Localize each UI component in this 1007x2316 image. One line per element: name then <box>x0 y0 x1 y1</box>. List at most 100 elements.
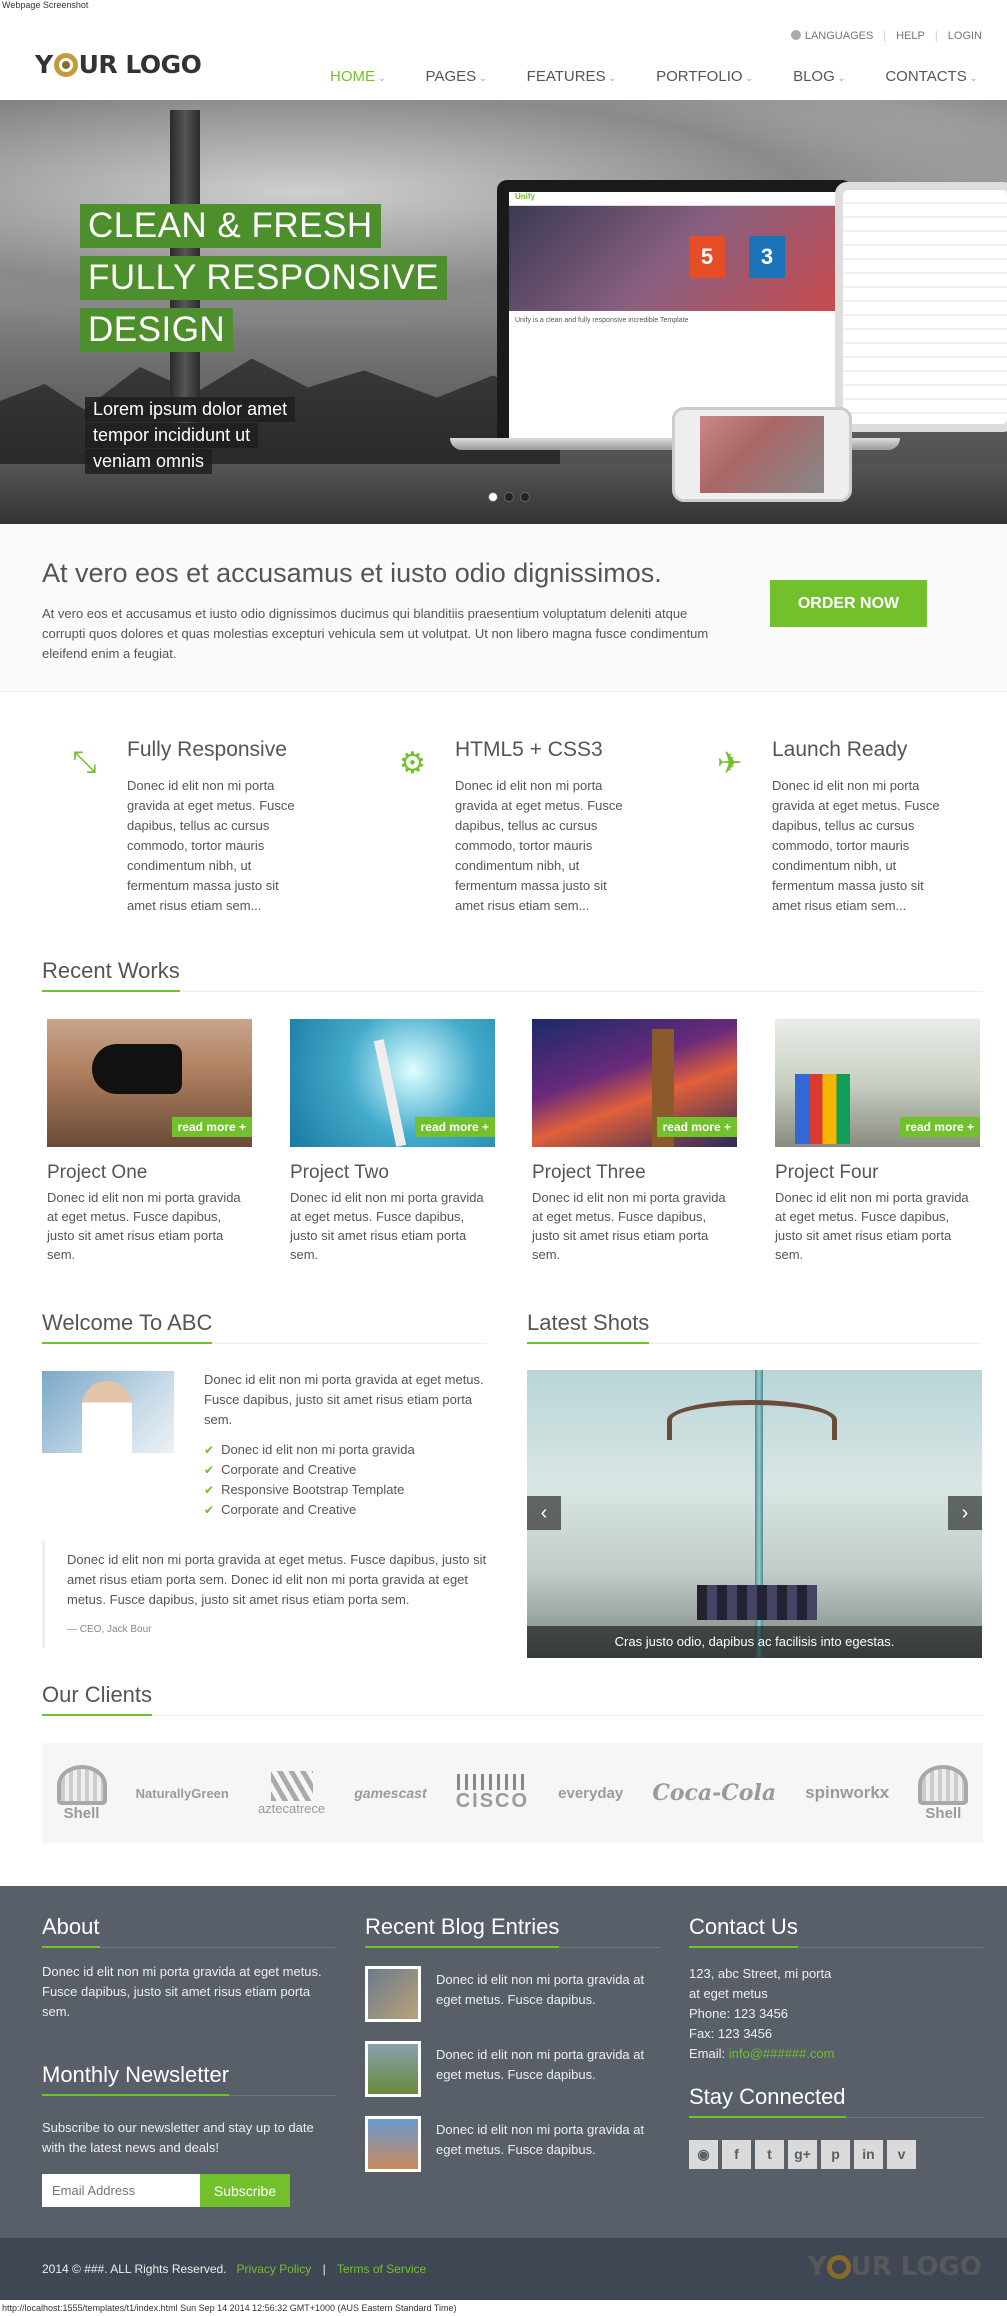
login-link[interactable]: LOGIN <box>948 30 982 42</box>
mockup-brand: Unify <box>509 192 840 206</box>
read-more-button[interactable]: read more + <box>656 1117 737 1137</box>
contact-headline: Contact Us <box>689 1914 983 1948</box>
testimonial-quote: Donec id elit non mi porta gravida at eg… <box>42 1540 487 1648</box>
address-line: at eget metus <box>689 1986 768 2001</box>
site-logo[interactable]: Y UR LOGO <box>35 50 202 79</box>
plane-icon: ✈ <box>716 747 743 780</box>
nav-label: HOME <box>330 68 375 85</box>
subscribe-button[interactable]: Subscribe <box>200 2174 290 2207</box>
project-card[interactable]: read more + Project Three Donec id elit … <box>532 1019 737 1264</box>
hero-subline-2: tempor incididunt ut <box>85 423 259 448</box>
chevron-down-icon: ⌄ <box>837 73 846 83</box>
compress-arrows-icon: ⤡ <box>72 746 97 779</box>
nav-features[interactable]: FEATURES ⌄ <box>507 58 636 104</box>
project-card[interactable]: read more + Project Two Donec id elit no… <box>290 1019 495 1264</box>
checklist-item: Corporate and Creative <box>204 1500 415 1520</box>
logo-o-icon <box>826 2255 851 2279</box>
carousel-next-button[interactable]: › <box>948 1496 982 1530</box>
blog-entry-link[interactable]: Donec id elit non mi porta gravida at eg… <box>436 2120 661 2160</box>
read-more-button[interactable]: read more + <box>171 1117 252 1137</box>
client-name: Shell <box>925 1804 962 1822</box>
address-line: 123, abc Street, mi porta <box>689 1966 832 1981</box>
project-card[interactable]: read more + Project One Donec id elit no… <box>47 1019 252 1264</box>
blog-entry-link[interactable]: Donec id elit non mi porta gravida at eg… <box>436 2045 661 2085</box>
browser-caption: Webpage Screenshot <box>2 0 89 10</box>
client-logo-shell[interactable]: Shell <box>918 1764 969 1822</box>
hero-headline-3: DESIGN <box>80 308 234 352</box>
footer-about-headline: About <box>42 1914 335 1948</box>
nav-home[interactable]: HOME ⌄ <box>310 58 406 104</box>
books-shape <box>697 1585 817 1620</box>
vimeo-icon[interactable]: v <box>887 2140 916 2169</box>
nav-label: FEATURES <box>526 68 606 85</box>
slider-dot[interactable] <box>520 492 530 502</box>
project-title[interactable]: Project Three <box>532 1162 737 1184</box>
divider: | <box>934 30 938 42</box>
section-heading: Recent Works <box>42 958 180 992</box>
blog-thumbnail[interactable] <box>365 2116 421 2172</box>
laptop-screen: Unify 5 3 Unify is a clean and fully res… <box>509 192 840 438</box>
help-link[interactable]: HELP <box>896 30 925 42</box>
blog-thumbnail[interactable] <box>365 1966 421 2022</box>
html5-icon: 5 <box>689 236 725 278</box>
client-logo-cisco[interactable]: CISCO <box>456 1773 529 1813</box>
project-thumbnail[interactable]: read more + <box>290 1019 495 1147</box>
mockup-banner: 5 3 <box>509 206 840 311</box>
project-text: Donec id elit non mi porta gravida at eg… <box>775 1190 969 1262</box>
latest-shots-carousel[interactable]: ‹ › Cras justo odio, dapibus ac facilisi… <box>527 1370 982 1658</box>
project-title[interactable]: Project Two <box>290 1162 495 1184</box>
email-link[interactable]: info@######.com <box>729 2046 835 2061</box>
nav-pages[interactable]: PAGES ⌄ <box>406 58 507 104</box>
client-logo-spinworkx[interactable]: spinworkx <box>805 1783 889 1803</box>
nav-contacts[interactable]: CONTACTS ⌄ <box>865 58 997 104</box>
checklist-item: Donec id elit non mi porta gravida <box>204 1440 415 1460</box>
checklist-item: Corporate and Creative <box>204 1460 415 1480</box>
terms-of-service-link[interactable]: Terms of Service <box>337 2262 426 2276</box>
blog-entry-link[interactable]: Donec id elit non mi porta gravida at eg… <box>436 1970 661 2010</box>
project-text: Donec id elit non mi porta gravida at eg… <box>532 1190 726 1262</box>
welcome-photo <box>42 1371 174 1453</box>
turbine-shape <box>373 1039 407 1147</box>
rss-icon[interactable]: ◉ <box>689 2140 718 2169</box>
welcome-checklist: Donec id elit non mi porta gravida Corpo… <box>204 1440 415 1520</box>
email-label: Email: <box>689 2046 729 2061</box>
slider-dot[interactable] <box>504 492 514 502</box>
phone-mockup <box>672 407 852 502</box>
client-logo-gamescast[interactable]: gamescast <box>354 1785 426 1801</box>
newsletter-email-input[interactable] <box>42 2174 200 2207</box>
read-more-button[interactable]: read more + <box>899 1117 980 1137</box>
carousel-prev-button[interactable]: ‹ <box>527 1496 561 1530</box>
twitter-icon[interactable]: t <box>755 2140 784 2169</box>
privacy-policy-link[interactable]: Privacy Policy <box>237 2262 312 2276</box>
hero-subline-1: Lorem ipsum dolor amet <box>85 397 296 422</box>
pinterest-icon[interactable]: p <box>821 2140 850 2169</box>
blog-thumbnail[interactable] <box>365 2041 421 2097</box>
hero-headline-1: CLEAN & FRESH <box>80 204 381 248</box>
languages-label: LANGUAGES <box>804 30 874 42</box>
nav-portfolio[interactable]: PORTFOLIO ⌄ <box>636 58 773 104</box>
quote-text: Donec id elit non mi porta gravida at eg… <box>67 1552 487 1607</box>
client-logo-everyday[interactable]: everyday <box>558 1785 623 1802</box>
googleplus-icon[interactable]: g+ <box>788 2140 817 2169</box>
project-thumbnail[interactable]: read more + <box>47 1019 252 1147</box>
social-icons: ◉ f t g+ p in v <box>689 2140 916 2169</box>
purchase-title: At vero eos et accusamus et iusto odio d… <box>42 558 662 588</box>
linkedin-icon[interactable]: in <box>854 2140 883 2169</box>
project-thumbnail[interactable]: read more + <box>532 1019 737 1147</box>
read-more-button[interactable]: read more + <box>414 1117 495 1137</box>
project-thumbnail[interactable]: read more + <box>775 1019 980 1147</box>
tablet-mockup <box>835 182 1007 432</box>
project-title[interactable]: Project One <box>47 1162 252 1184</box>
footer-logo[interactable]: Y UR LOGO <box>808 2252 982 2282</box>
facebook-icon[interactable]: f <box>722 2140 751 2169</box>
client-logo-naturallygreen[interactable]: NaturallyGreen <box>136 1786 229 1801</box>
slider-dot[interactable] <box>488 492 498 502</box>
nav-blog[interactable]: BLOG ⌄ <box>773 58 865 104</box>
client-logo-aztecatrece[interactable]: aztecatrece <box>258 1770 325 1816</box>
project-title[interactable]: Project Four <box>775 1162 980 1184</box>
client-logo-cocacola[interactable]: Coca-Cola <box>652 1780 776 1806</box>
project-card[interactable]: read more + Project Four Donec id elit n… <box>775 1019 980 1264</box>
languages-link[interactable]: LANGUAGES <box>790 30 874 42</box>
client-logo-shell[interactable]: Shell <box>56 1764 107 1822</box>
order-now-button[interactable]: ORDER NOW <box>770 580 927 627</box>
